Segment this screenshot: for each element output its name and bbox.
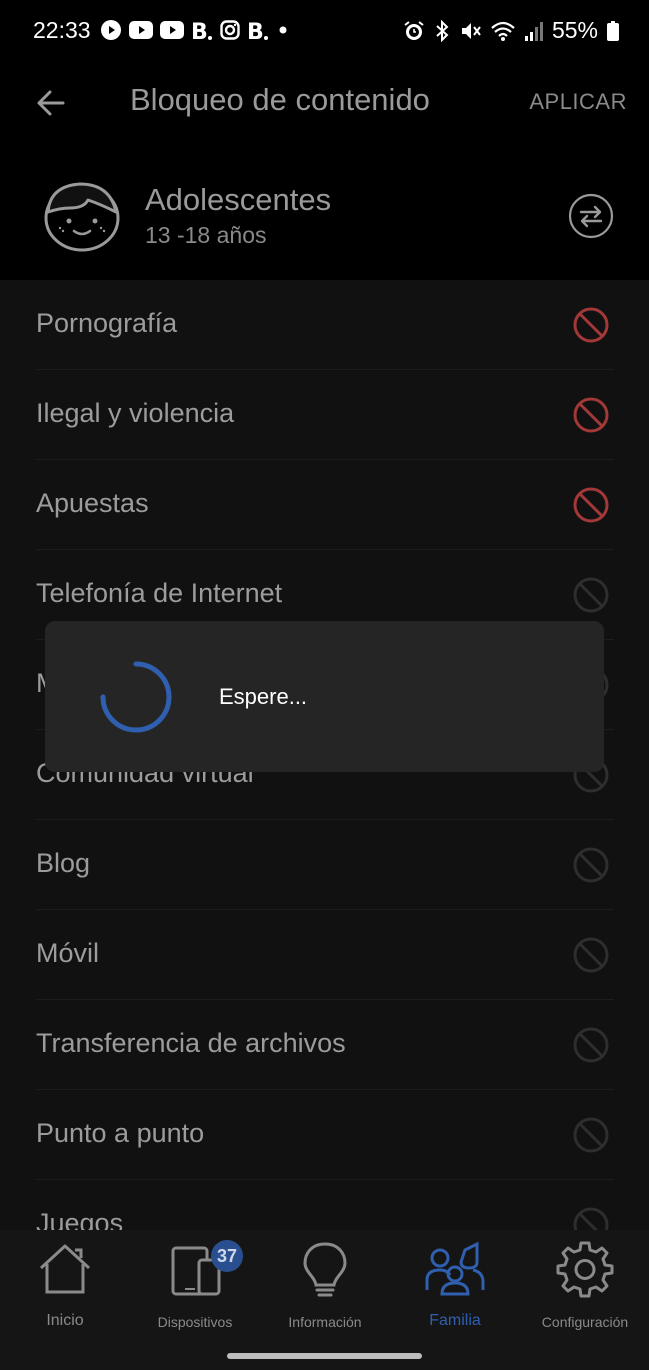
bottom-navigation: Inicio 37 Dispositivos Información Famil…: [0, 1230, 649, 1370]
youtube-icon: [160, 21, 184, 39]
category-label: Telefonía de Internet: [36, 578, 283, 608]
svg-text:B: B: [191, 20, 208, 41]
arrow-left-icon: [37, 90, 65, 116]
block-icon[interactable]: [573, 307, 609, 343]
apply-button[interactable]: APLICAR: [529, 89, 627, 115]
wifi-icon: [491, 21, 515, 41]
alarm-icon: [404, 20, 424, 40]
youtube-icon: [129, 21, 153, 39]
back-button[interactable]: [30, 82, 72, 124]
category-row[interactable]: Móvil: [36, 910, 614, 1000]
nav-label: Información: [288, 1314, 362, 1330]
category-label: Pornografía: [36, 308, 178, 338]
status-bar: 22:33 B B 55%: [0, 0, 649, 62]
nav-item-configuracion[interactable]: Configuración: [520, 1230, 649, 1340]
block-icon[interactable]: [573, 1117, 609, 1153]
category-row[interactable]: Pornografía: [36, 280, 614, 370]
signal-icon: [524, 21, 543, 41]
page-title: Bloqueo de contenido: [130, 82, 430, 117]
category-label: Transferencia de archivos: [36, 1028, 346, 1058]
home-icon: [39, 1244, 91, 1294]
play-icon: [101, 20, 121, 40]
lightbulb-icon: [303, 1242, 347, 1297]
mute-icon: [461, 22, 481, 39]
category-row[interactable]: Ilegal y violencia: [36, 370, 614, 460]
nav-label: Configuración: [541, 1314, 629, 1330]
block-icon[interactable]: [573, 1207, 609, 1230]
battery-icon: [607, 20, 619, 41]
nav-item-familia[interactable]: Familia: [390, 1230, 520, 1340]
nav-label: Familia: [429, 1312, 481, 1329]
category-label: Apuestas: [36, 488, 149, 518]
nav-item-dispositivos[interactable]: 37 Dispositivos: [130, 1230, 260, 1340]
category-label: Blog: [36, 848, 91, 878]
family-icon: [425, 1241, 485, 1296]
category-label: Punto a punto: [36, 1118, 205, 1148]
svg-text:B: B: [247, 20, 264, 41]
nav-label: Inicio: [46, 1312, 84, 1329]
home-indicator[interactable]: [227, 1353, 422, 1359]
nav-label: Dispositivos: [157, 1314, 233, 1330]
gear-icon: [556, 1241, 614, 1298]
teen-avatar-icon: [44, 182, 120, 252]
profile-header: Adolescentes 13 -18 años: [0, 142, 649, 280]
dialog-message: Espere...: [219, 684, 308, 709]
system-icons: 55%: [403, 17, 619, 44]
category-row[interactable]: Punto a punto: [36, 1090, 614, 1180]
category-row[interactable]: Apuestas: [36, 460, 614, 550]
block-icon[interactable]: [573, 1027, 609, 1063]
category-label: Móvil: [36, 938, 100, 968]
profile-name: Adolescentes: [145, 182, 332, 217]
battery-level: 55%: [551, 17, 598, 43]
category-label: Ilegal y violencia: [36, 398, 235, 428]
category-row[interactable]: Transferencia de archivos: [36, 1000, 614, 1090]
bluetooth-icon: [436, 19, 449, 42]
loading-dialog: Espere...: [45, 621, 604, 772]
devices-count-badge: 37: [211, 1240, 243, 1272]
profile-age-range: 13 -18 años: [145, 222, 267, 248]
switch-profile-button[interactable]: [568, 193, 614, 239]
b-app-icon: B: [247, 20, 268, 41]
loading-spinner-icon: [100, 661, 172, 733]
category-row[interactable]: Blog: [36, 820, 614, 910]
nav-item-inicio[interactable]: Inicio: [0, 1230, 130, 1340]
dot-icon: [279, 26, 287, 34]
block-icon[interactable]: [573, 397, 609, 433]
status-time: 22:33: [33, 17, 91, 43]
block-icon[interactable]: [573, 577, 609, 613]
instagram-icon: [220, 20, 240, 40]
notification-icons: B B: [100, 19, 290, 41]
category-label: Juegos: [36, 1208, 124, 1230]
app-bar: Bloqueo de contenido APLICAR: [0, 62, 649, 142]
nav-item-informacion[interactable]: Información: [260, 1230, 390, 1340]
block-icon[interactable]: [573, 847, 609, 883]
block-icon[interactable]: [573, 487, 609, 523]
b-app-icon: B: [191, 20, 212, 41]
category-row[interactable]: Juegos: [36, 1180, 614, 1230]
block-icon[interactable]: [573, 937, 609, 973]
